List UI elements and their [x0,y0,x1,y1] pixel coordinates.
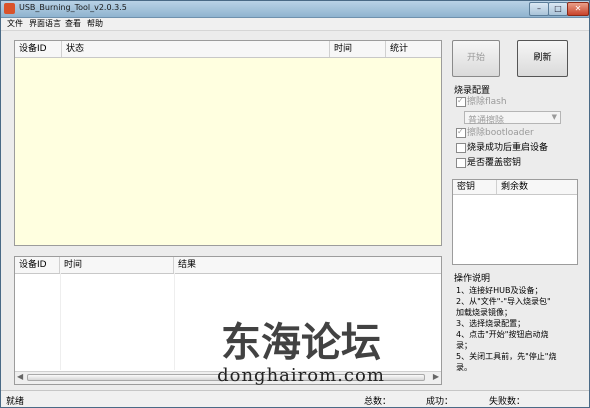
status-fail: 失败数： [489,397,526,407]
instruction-line: 3、选择烧录配置； [456,319,526,328]
start-button[interactable]: 开始 [452,40,500,77]
col-stats[interactable]: 统计 [386,41,441,57]
refresh-button[interactable]: 刷新 [517,40,568,77]
watermark: 东海论坛 donghairom.com [201,321,401,387]
instruction-line: 2、从"文件"-"导入烧录包" [456,297,551,306]
status-ready: 就绪 [6,397,25,407]
col-result-device-id[interactable]: 设备ID [15,257,60,273]
col-time[interactable]: 时间 [330,41,386,57]
result-list-header: 设备ID 时间 结果 [15,257,441,274]
col-key[interactable]: 密钥 [453,180,497,194]
instruction-line: 录。 [456,363,472,372]
menu-language[interactable]: 界面语言 [29,18,61,30]
menu-bar: 文件 界面语言 查看 帮助 [1,18,589,31]
status-total: 总数： [364,397,392,407]
menu-file[interactable]: 文件 [7,18,23,30]
grid-line [60,273,61,370]
erase-mode-select[interactable]: 普通擦除 ▼ [464,111,561,126]
instructions-title: 操作说明 [454,274,491,284]
instruction-line: 4、点击"开始"按钮启动烧 [456,330,549,339]
col-device-id[interactable]: 设备ID [15,41,62,57]
instruction-line: 5、关闭工具前，先"停止"烧 [456,352,557,361]
watermark-cn: 东海论坛 [221,319,381,366]
key-list[interactable]: 密钥 剩余数 [452,179,578,265]
menu-help[interactable]: 帮助 [87,18,103,30]
checkbox-icon[interactable] [456,95,466,107]
col-remaining[interactable]: 剩余数 [497,180,577,194]
minimize-button[interactable]: – [529,2,549,16]
title-bar[interactable]: USB_Burning_Tool_v2.0.3.5 – □ ✕ [1,1,589,18]
status-bar: 就绪 总数： 成功： 失败数： [1,390,589,407]
watermark-url: donghairom.com [217,365,385,386]
erase-mode-value: 普通擦除 [468,116,505,126]
status-success: 成功： [426,397,454,407]
col-result-time[interactable]: 时间 [60,257,174,273]
instruction-line: 加载烧录镜像； [456,308,512,317]
close-button[interactable]: ✕ [567,2,589,16]
col-result[interactable]: 结果 [174,257,441,273]
menu-view[interactable]: 查看 [65,18,81,30]
scroll-right-icon[interactable]: ▶ [433,372,439,381]
app-window: USB_Burning_Tool_v2.0.3.5 – □ ✕ 文件 界面语言 … [0,0,590,408]
grid-line [174,273,175,370]
checkbox-icon[interactable] [456,158,466,168]
device-list-header: 设备ID 状态 时间 统计 [15,41,441,58]
device-list[interactable]: 设备ID 状态 时间 统计 [14,40,442,246]
key-list-header: 密钥 剩余数 [453,180,577,195]
checkbox-icon[interactable] [456,143,466,153]
app-icon [4,3,15,14]
maximize-button[interactable]: □ [548,2,568,16]
instructions-body: 1、连接好HUB及设备； 2、从"文件"-"导入烧录包" 加载烧录镜像； 3、选… [456,285,586,373]
instruction-line: 1、连接好HUB及设备； [456,286,543,295]
instruction-line: 录； [456,341,472,350]
col-status[interactable]: 状态 [62,41,330,57]
scroll-left-icon[interactable]: ◀ [17,372,23,381]
checkbox-icon[interactable] [456,126,466,138]
window-title: USB_Burning_Tool_v2.0.3.5 [19,3,127,12]
chevron-down-icon[interactable]: ▼ [552,113,557,121]
